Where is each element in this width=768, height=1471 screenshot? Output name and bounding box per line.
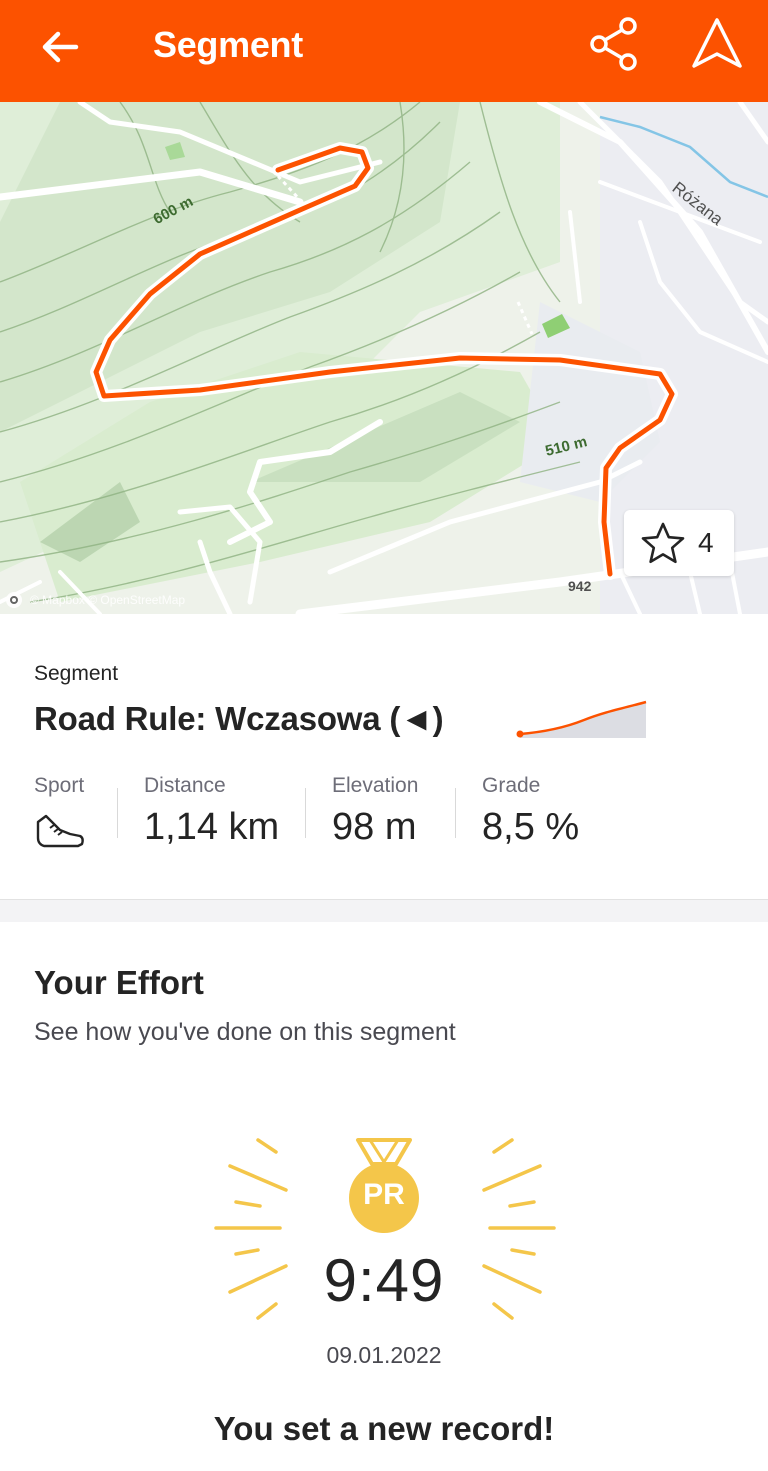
pr-badge-label: PR [363,1178,405,1211]
stat-distance: Distance 1,14 km [144,774,279,849]
stat-distance-value: 1,14 km [144,806,280,848]
stat-elevation-label: Elevation [332,774,419,797]
segment-kicker: Segment [34,662,119,685]
road-number-label: 942 [568,578,592,594]
stat-grade-value: 8,5 % [482,806,580,848]
arrow-left-icon[interactable] [36,22,86,72]
effort-time: 9:49 [323,1247,445,1314]
stat-divider [305,788,306,838]
section-separator [0,900,768,922]
effort-date: 09.01.2022 [326,1342,442,1368]
stat-sport: Sport [34,774,86,857]
effort-subtitle: See how you've done on this segment [34,1018,456,1046]
star-icon [641,522,685,564]
stat-grade: Grade 8,5 % [482,774,579,849]
stat-distance-label: Distance [144,774,226,797]
navigation-arrow-icon[interactable] [690,16,744,72]
segment-summary: Segment Road Rule: Wczasowa (◄) Sport Di… [0,614,768,900]
stat-sport-label: Sport [34,774,85,797]
star-count: 4 [698,527,714,558]
app-bar: Segment [0,0,768,102]
record-message: You set a new record! [213,1410,555,1447]
elevation-profile-thumbnail [516,700,647,738]
page-title: Segment [153,24,303,65]
star-segment-button[interactable]: 4 [624,510,734,576]
stat-elevation: Elevation 98 m [332,774,418,849]
share-icon[interactable] [586,16,644,72]
segment-name: Road Rule: Wczasowa (◄) [34,700,444,737]
effort-title: Your Effort [34,964,204,1001]
stat-grade-label: Grade [482,774,541,797]
running-shoe-icon [36,814,84,848]
your-effort-section: Your Effort See how you've done on this … [0,922,768,1471]
map-attribution[interactable]: © Mapbox © OpenStreetMap [6,592,185,608]
stat-divider [117,788,118,838]
stat-divider [455,788,456,838]
stat-elevation-value: 98 m [332,806,417,848]
segment-map[interactable]: 600 m 510 m Różana 942 © Mapbox © OpenSt… [0,102,768,614]
mapbox-logo-icon [6,592,22,608]
